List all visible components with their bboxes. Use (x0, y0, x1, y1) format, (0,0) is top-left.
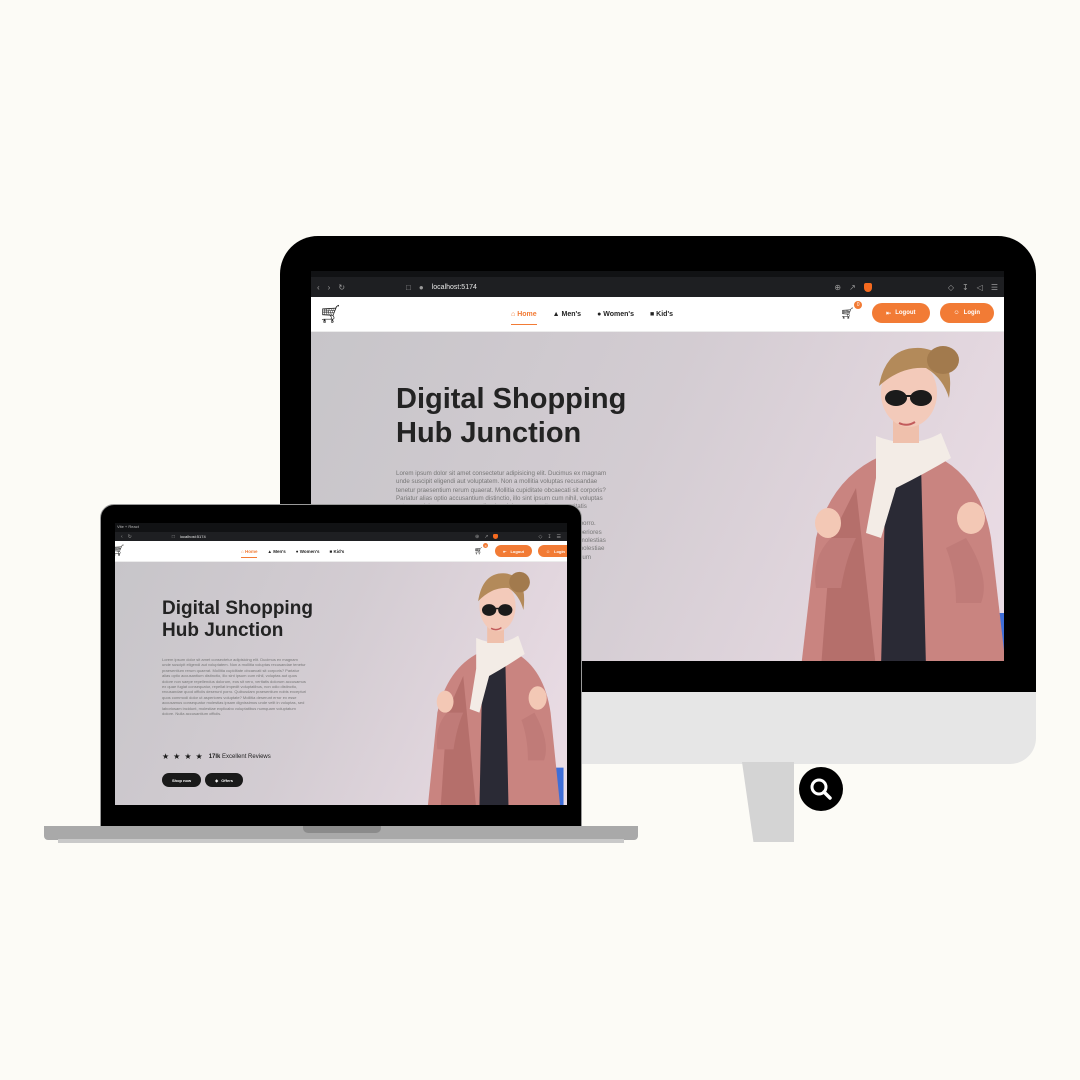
laptop-hero-title-line2: Hub Junction (162, 620, 284, 642)
laptop-extensions-icon[interactable]: ◇ (538, 534, 542, 540)
login-button[interactable]: ☺ Login (939, 303, 994, 323)
search-button[interactable] (799, 767, 843, 811)
laptop-logout-icon: ⇤ (503, 548, 507, 554)
share-icon[interactable]: ↗ (849, 283, 856, 292)
laptop-nav-item-kids[interactable]: ■ Kid's (330, 549, 345, 554)
laptop-site-navbar: 🛒︎ ⌂ Home ▲ Men's ● Women's ■ Kid's 🛒︎ 0 … (115, 541, 567, 562)
hero-title-line2: Hub Junction (396, 417, 582, 450)
laptop-browser-toolbar: ‹ ↻ □ localhost:5174 ⊕ ↗ ◇ ↧ ☰ (115, 532, 567, 541)
star-icon: ★ (173, 752, 181, 761)
laptop-nav-item-mens[interactable]: ▲ Men's (267, 549, 285, 554)
main-nav: ⌂ Home ▲ Men's ● Women's ■ Kid's (511, 297, 673, 331)
cart-count-badge: 0 (854, 300, 863, 309)
laptop-menu-icon[interactable]: ☰ (557, 534, 561, 540)
search-icon (810, 778, 832, 800)
login-label: Login (963, 310, 980, 316)
reviews-count: 17lk (208, 753, 221, 760)
laptop-nav-item-home-label: Home (244, 548, 258, 554)
laptop-tab-title[interactable]: Vite + React (117, 524, 139, 529)
laptop-browser-chrome: Vite + React ‹ ↻ □ localhost:5174 ⊕ ↗ ◇ … (115, 523, 567, 541)
laptop-reload-icon[interactable]: ↻ (128, 534, 132, 540)
laptop-zoom-icon[interactable]: ⊕ (475, 534, 479, 540)
star-icon: ★ (162, 752, 170, 761)
nav-item-home-label: Home (517, 310, 537, 318)
logout-button[interactable]: ⇤ Logout (872, 303, 930, 323)
laptop-login-label: Login (554, 548, 565, 554)
laptop-login-button[interactable]: ☺ Login (538, 545, 567, 557)
laptop-nav-item-womens-label: Women's (299, 548, 320, 554)
laptop-nav-item-kids-label: Kid's (333, 548, 345, 554)
laptop-logout-label: Logout (510, 548, 525, 554)
nav-actions: 🛒︎ 0 ⇤ Logout ☺ Login (840, 300, 994, 323)
laptop-hero-model-image (427, 571, 564, 805)
laptop-hero-section: Digital Shopping Hub Junction Lorem ipsu… (115, 562, 567, 805)
back-icon[interactable]: ‹ (317, 283, 320, 292)
laptop-cart-count-badge: 0 (483, 543, 489, 548)
laptop-share-icon[interactable]: ↗ (484, 534, 488, 540)
brave-shield-icon[interactable] (863, 282, 872, 292)
laptop-nav-actions: 🛒︎ 0 ⇤ Logout ☺ Login (474, 543, 567, 557)
laptop-bookmark-icon[interactable]: □ (172, 534, 175, 540)
zoom-icon[interactable]: ⊕ (834, 283, 841, 292)
nav-item-mens-label: Men's (561, 310, 582, 318)
star-icon: ★ (184, 752, 192, 761)
laptop-address-bar[interactable]: localhost:5174 (180, 534, 206, 539)
laptop-hero-title-line1: Digital Shopping (162, 598, 313, 619)
laptop-base-shadow (58, 839, 624, 843)
site-info-icon[interactable]: ● (419, 283, 424, 292)
site-navbar: 🛒︎ ⌂ Home ▲ Men's ● Women's ■ Kid's 🛒︎ 0 … (311, 297, 1004, 332)
laptop-hero-description: Lorem ipsum dolor sit amet consectetur a… (162, 657, 307, 716)
browser-tab-strip (311, 271, 1004, 277)
download-icon[interactable]: ↧ (962, 283, 969, 292)
logout-icon: ⇤ (886, 310, 892, 317)
offers-label: Offers (221, 777, 233, 783)
laptop-tab-strip: Vite + React (115, 523, 567, 532)
laptop-logout-button[interactable]: ⇤ Logout (495, 545, 533, 557)
nav-item-womens[interactable]: ● Women's (597, 311, 634, 318)
extensions-icon[interactable]: ◇ (948, 283, 954, 292)
laptop-reviews: ★ ★ ★ ★ 17lk Excellent Reviews (162, 752, 271, 761)
browser-chrome: ‹ › ↻ □ ● localhost:5174 ⊕ ↗ ◇ ↧ ◁ ☰ (311, 271, 1004, 297)
laptop-nav-item-mens-label: Men's (273, 548, 286, 554)
laptop-hero-title: Digital Shopping Hub Junction (162, 598, 313, 643)
laptop-nav-item-home[interactable]: ⌂ Home (241, 548, 258, 558)
laptop-hero-actions: Shop now ◈ Offers (162, 773, 243, 787)
reviews-label: Excellent Reviews (222, 753, 271, 760)
hero-title-line1: Digital Shopping (396, 383, 627, 415)
cart-logo-icon[interactable]: 🛒︎ (319, 304, 342, 325)
cart-button[interactable]: 🛒︎ 0 (840, 300, 863, 320)
nav-item-kids-label: Kid's (656, 310, 674, 318)
laptop-nav-item-womens[interactable]: ● Women's (296, 549, 320, 554)
shop-now-button[interactable]: Shop now (162, 773, 202, 787)
laptop-main-nav: ⌂ Home ▲ Men's ● Women's ■ Kid's (241, 541, 344, 561)
laptop-cart-logo-icon[interactable]: 🛒︎ (115, 544, 125, 557)
wallet-icon[interactable]: ◁ (977, 283, 983, 292)
reload-icon[interactable]: ↻ (338, 283, 345, 292)
user-icon: ☺ (953, 310, 960, 316)
laptop-cart-button[interactable]: 🛒︎ 0 (474, 543, 489, 555)
laptop-user-icon: ☺ (546, 548, 551, 554)
laptop-screen: Vite + React ‹ ↻ □ localhost:5174 ⊕ ↗ ◇ … (115, 523, 567, 805)
nav-item-mens[interactable]: ▲ Men's (553, 311, 581, 318)
bookmark-icon[interactable]: □ (406, 283, 411, 292)
hero-model-image (801, 346, 1004, 661)
star-icon: ★ (195, 752, 203, 761)
hero-title: Digital Shopping Hub Junction (396, 382, 626, 450)
nav-item-home[interactable]: ⌂ Home (511, 311, 537, 325)
laptop-trackpad-notch (303, 826, 381, 833)
nav-item-kids[interactable]: ■ Kid's (650, 311, 673, 318)
laptop-back-icon[interactable]: ‹ (121, 534, 123, 540)
browser-toolbar: ‹ › ↻ □ ● localhost:5174 ⊕ ↗ ◇ ↧ ◁ ☰ (311, 277, 1004, 297)
desktop-monitor-stand (742, 762, 794, 842)
tag-icon: ◈ (215, 777, 219, 783)
laptop-brave-shield-icon[interactable] (493, 534, 499, 539)
laptop-download-icon[interactable]: ↧ (547, 534, 551, 540)
menu-icon[interactable]: ☰ (991, 283, 998, 292)
shop-now-label: Shop now (172, 777, 192, 783)
address-bar[interactable]: localhost:5174 (432, 284, 477, 291)
logout-label: Logout (895, 310, 916, 316)
nav-item-womens-label: Women's (603, 310, 634, 318)
forward-icon[interactable]: › (328, 283, 331, 292)
offers-button[interactable]: ◈ Offers (205, 773, 243, 787)
